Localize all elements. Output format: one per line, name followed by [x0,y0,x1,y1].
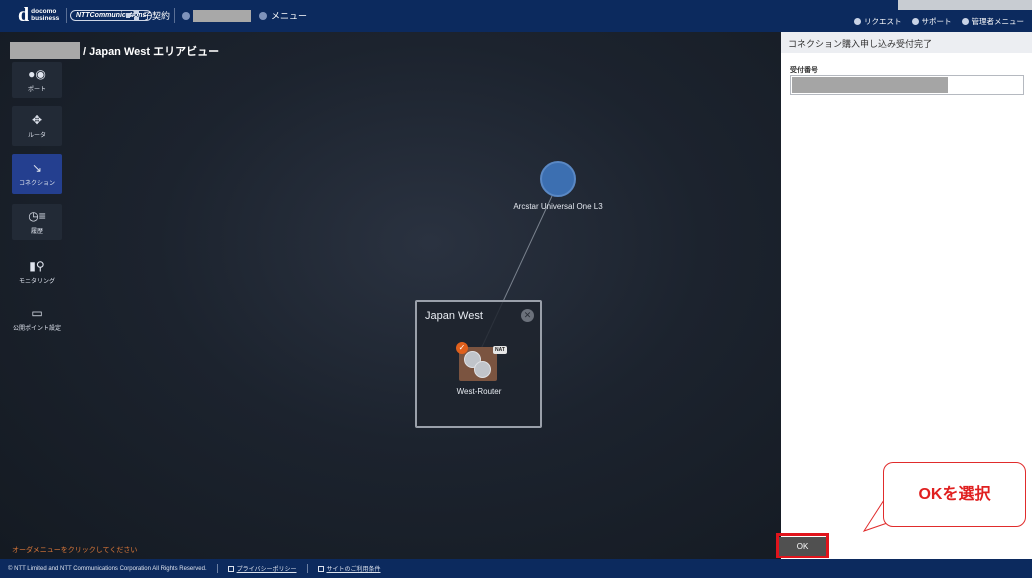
copyright: © NTT Limited and NTT Communications Cor… [8,565,207,572]
footer-divider [216,564,218,573]
external-link-icon [317,565,324,572]
app-footer: © NTT Limited and NTT Communications Cor… [0,559,1032,578]
callout-box: OKを選択 [883,462,1026,527]
terms-link[interactable]: サイトのご利用条件 [317,564,381,573]
footer-divider [306,564,308,573]
privacy-policy-link[interactable]: プライバシーポリシー [227,564,297,573]
callout-pointer [862,499,897,532]
external-link-icon [227,565,234,572]
